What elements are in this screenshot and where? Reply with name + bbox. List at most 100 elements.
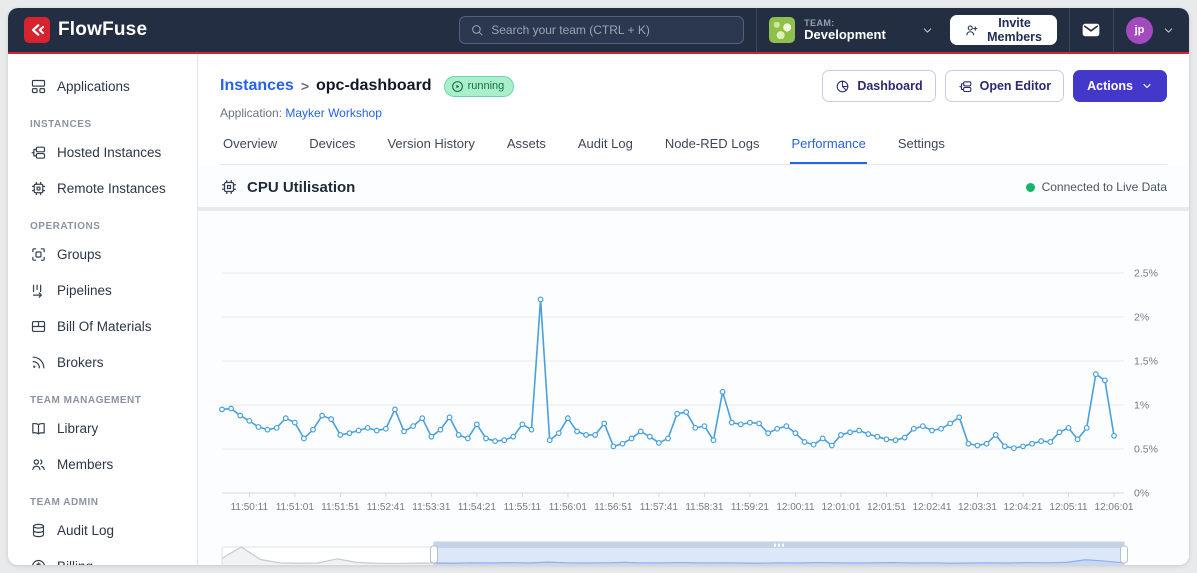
- svg-text:1%: 1%: [1134, 400, 1149, 412]
- pipelines-icon: [32, 284, 42, 298]
- notifications-button[interactable]: [1081, 20, 1101, 40]
- sidebar-item-billing[interactable]: Billing: [8, 548, 197, 565]
- performance-panel: CPU Utilisation Connected to Live Data 0…: [198, 165, 1189, 565]
- open-editor-button[interactable]: Open Editor: [944, 70, 1065, 102]
- nav-divider: [756, 8, 758, 53]
- tab-assets[interactable]: Assets: [506, 136, 547, 164]
- status-badge: running: [443, 75, 515, 97]
- groups-icon: [32, 247, 45, 261]
- svg-text:11:56:51: 11:56:51: [594, 502, 633, 513]
- breadcrumb-instances-link[interactable]: Instances: [220, 77, 294, 95]
- user-plus-icon: [966, 24, 978, 35]
- svg-text:12:01:01: 12:01:01: [821, 502, 860, 513]
- user-menu[interactable]: jp: [1125, 16, 1175, 44]
- sidebar-item-groups[interactable]: Groups: [8, 236, 197, 272]
- svg-text:11:51:01: 11:51:01: [276, 502, 315, 513]
- search-icon: [472, 25, 483, 36]
- sidebar-item-library[interactable]: Library: [8, 410, 197, 446]
- sidebar-section-instances: INSTANCES: [30, 119, 92, 130]
- svg-text:12:03:31: 12:03:31: [958, 502, 997, 513]
- audit-log-icon: [32, 523, 45, 537]
- cpu-line-chart: 0% 0.5% 1% 1.5% 2% 2.5% 11:50:11 11:51:01 11:51:…: [219, 268, 1158, 513]
- minimap-right-handle[interactable]: [1120, 545, 1128, 564]
- tab-settings[interactable]: Settings: [897, 136, 946, 164]
- minimap-left-handle[interactable]: [429, 545, 438, 564]
- sidebar-item-pipelines[interactable]: Pipelines: [8, 272, 197, 308]
- application-line: Application: Mayker Workshop: [220, 106, 382, 120]
- svg-text:11:52:41: 11:52:41: [367, 502, 406, 513]
- chevron-down-icon: [1164, 27, 1173, 33]
- svg-text:12:04:21: 12:04:21: [1004, 502, 1043, 513]
- remote-instances-icon: [31, 181, 46, 195]
- pie-chart-icon: [836, 80, 849, 92]
- minimap-grip-icon[interactable]: [777, 543, 780, 548]
- svg-text:0.5%: 0.5%: [1134, 444, 1158, 456]
- tab-performance[interactable]: Performance: [790, 136, 867, 164]
- chart-title: CPU Utilisation: [247, 178, 356, 196]
- invite-members-button[interactable]: Invite Members: [950, 15, 1057, 45]
- chevron-down-icon: [923, 27, 932, 33]
- sidebar-item-brokers[interactable]: Brokers: [8, 344, 197, 380]
- svg-text:11:51:51: 11:51:51: [321, 502, 360, 513]
- live-status: Connected to Live Data: [1025, 180, 1167, 194]
- search-input[interactable]: [491, 23, 734, 37]
- minimap-grip-icon[interactable]: [781, 543, 784, 548]
- sidebar-item-remote-instances[interactable]: Remote Instances: [8, 170, 197, 206]
- dashboard-button[interactable]: Dashboard: [822, 70, 936, 102]
- sidebar: Applications INSTANCES Hosted Instances …: [8, 54, 198, 565]
- billing-icon: [31, 559, 46, 565]
- svg-text:11:50:11: 11:50:11: [231, 502, 269, 513]
- sidebar-section-operations: OPERATIONS: [30, 221, 101, 232]
- flowfuse-logo-icon: [24, 17, 50, 43]
- sidebar-item-members[interactable]: Members: [8, 446, 197, 482]
- chart-minimap: [198, 534, 1189, 565]
- svg-text:12:06:01: 12:06:01: [1095, 502, 1134, 513]
- tab-node-red-logs[interactable]: Node-RED Logs: [664, 136, 761, 164]
- team-avatar: [769, 17, 796, 43]
- tab-bar: Overview Devices Version History Assets …: [220, 136, 1167, 165]
- tab-version-history[interactable]: Version History: [386, 136, 475, 164]
- live-dot-icon: [1025, 182, 1035, 192]
- breadcrumb: Instances > opc-dashboard running Dashbo…: [220, 70, 1167, 102]
- brokers-icon: [32, 356, 45, 368]
- actions-button[interactable]: Actions: [1073, 70, 1167, 102]
- flowfuse-logo[interactable]: FlowFuse: [24, 17, 147, 43]
- nav-divider: [1113, 8, 1114, 53]
- svg-text:2.5%: 2.5%: [1134, 268, 1158, 280]
- sidebar-item-bill-of-materials[interactable]: Bill Of Materials: [8, 308, 197, 344]
- cpu-chip-icon: [221, 179, 237, 195]
- svg-text:12:02:41: 12:02:41: [912, 502, 951, 513]
- tab-devices[interactable]: Devices: [308, 136, 356, 164]
- tab-audit-log[interactable]: Audit Log: [577, 136, 634, 164]
- svg-text:12:01:51: 12:01:51: [867, 502, 906, 513]
- team-selector[interactable]: TEAM: Development: [769, 17, 934, 43]
- app-window: FlowFuse TEAM: Development Invite Member…: [8, 8, 1189, 565]
- library-icon: [32, 422, 45, 434]
- svg-text:2%: 2%: [1134, 312, 1149, 324]
- chevron-down-icon: [1143, 83, 1151, 89]
- brand-name: FlowFuse: [58, 19, 148, 40]
- top-navbar: FlowFuse TEAM: Development Invite Member…: [8, 8, 1189, 54]
- instance-name: opc-dashboard: [316, 77, 432, 94]
- svg-text:0%: 0%: [1134, 488, 1149, 500]
- sidebar-item-hosted-instances[interactable]: Hosted Instances: [8, 134, 197, 170]
- minimap-grip-icon[interactable]: [773, 543, 776, 548]
- sidebar-item-audit-log[interactable]: Audit Log: [8, 512, 197, 548]
- nav-divider: [1068, 8, 1070, 53]
- svg-text:1.5%: 1.5%: [1134, 356, 1158, 368]
- team-name: Development: [804, 26, 886, 42]
- svg-text:11:56:01: 11:56:01: [549, 502, 588, 513]
- applications-icon: [31, 79, 46, 93]
- hosted-instances-icon: [31, 146, 46, 159]
- envelope-icon: [1082, 23, 1100, 37]
- play-circle-icon: [451, 80, 463, 92]
- sidebar-item-applications[interactable]: Applications: [8, 68, 197, 104]
- team-search[interactable]: [459, 16, 745, 44]
- svg-text:11:58:31: 11:58:31: [685, 502, 724, 513]
- svg-text:11:59:21: 11:59:21: [731, 502, 770, 513]
- bill-of-materials-icon: [31, 320, 46, 332]
- svg-text:11:54:21: 11:54:21: [458, 502, 497, 513]
- application-link[interactable]: Mayker Workshop: [285, 106, 381, 120]
- tab-overview[interactable]: Overview: [222, 136, 278, 164]
